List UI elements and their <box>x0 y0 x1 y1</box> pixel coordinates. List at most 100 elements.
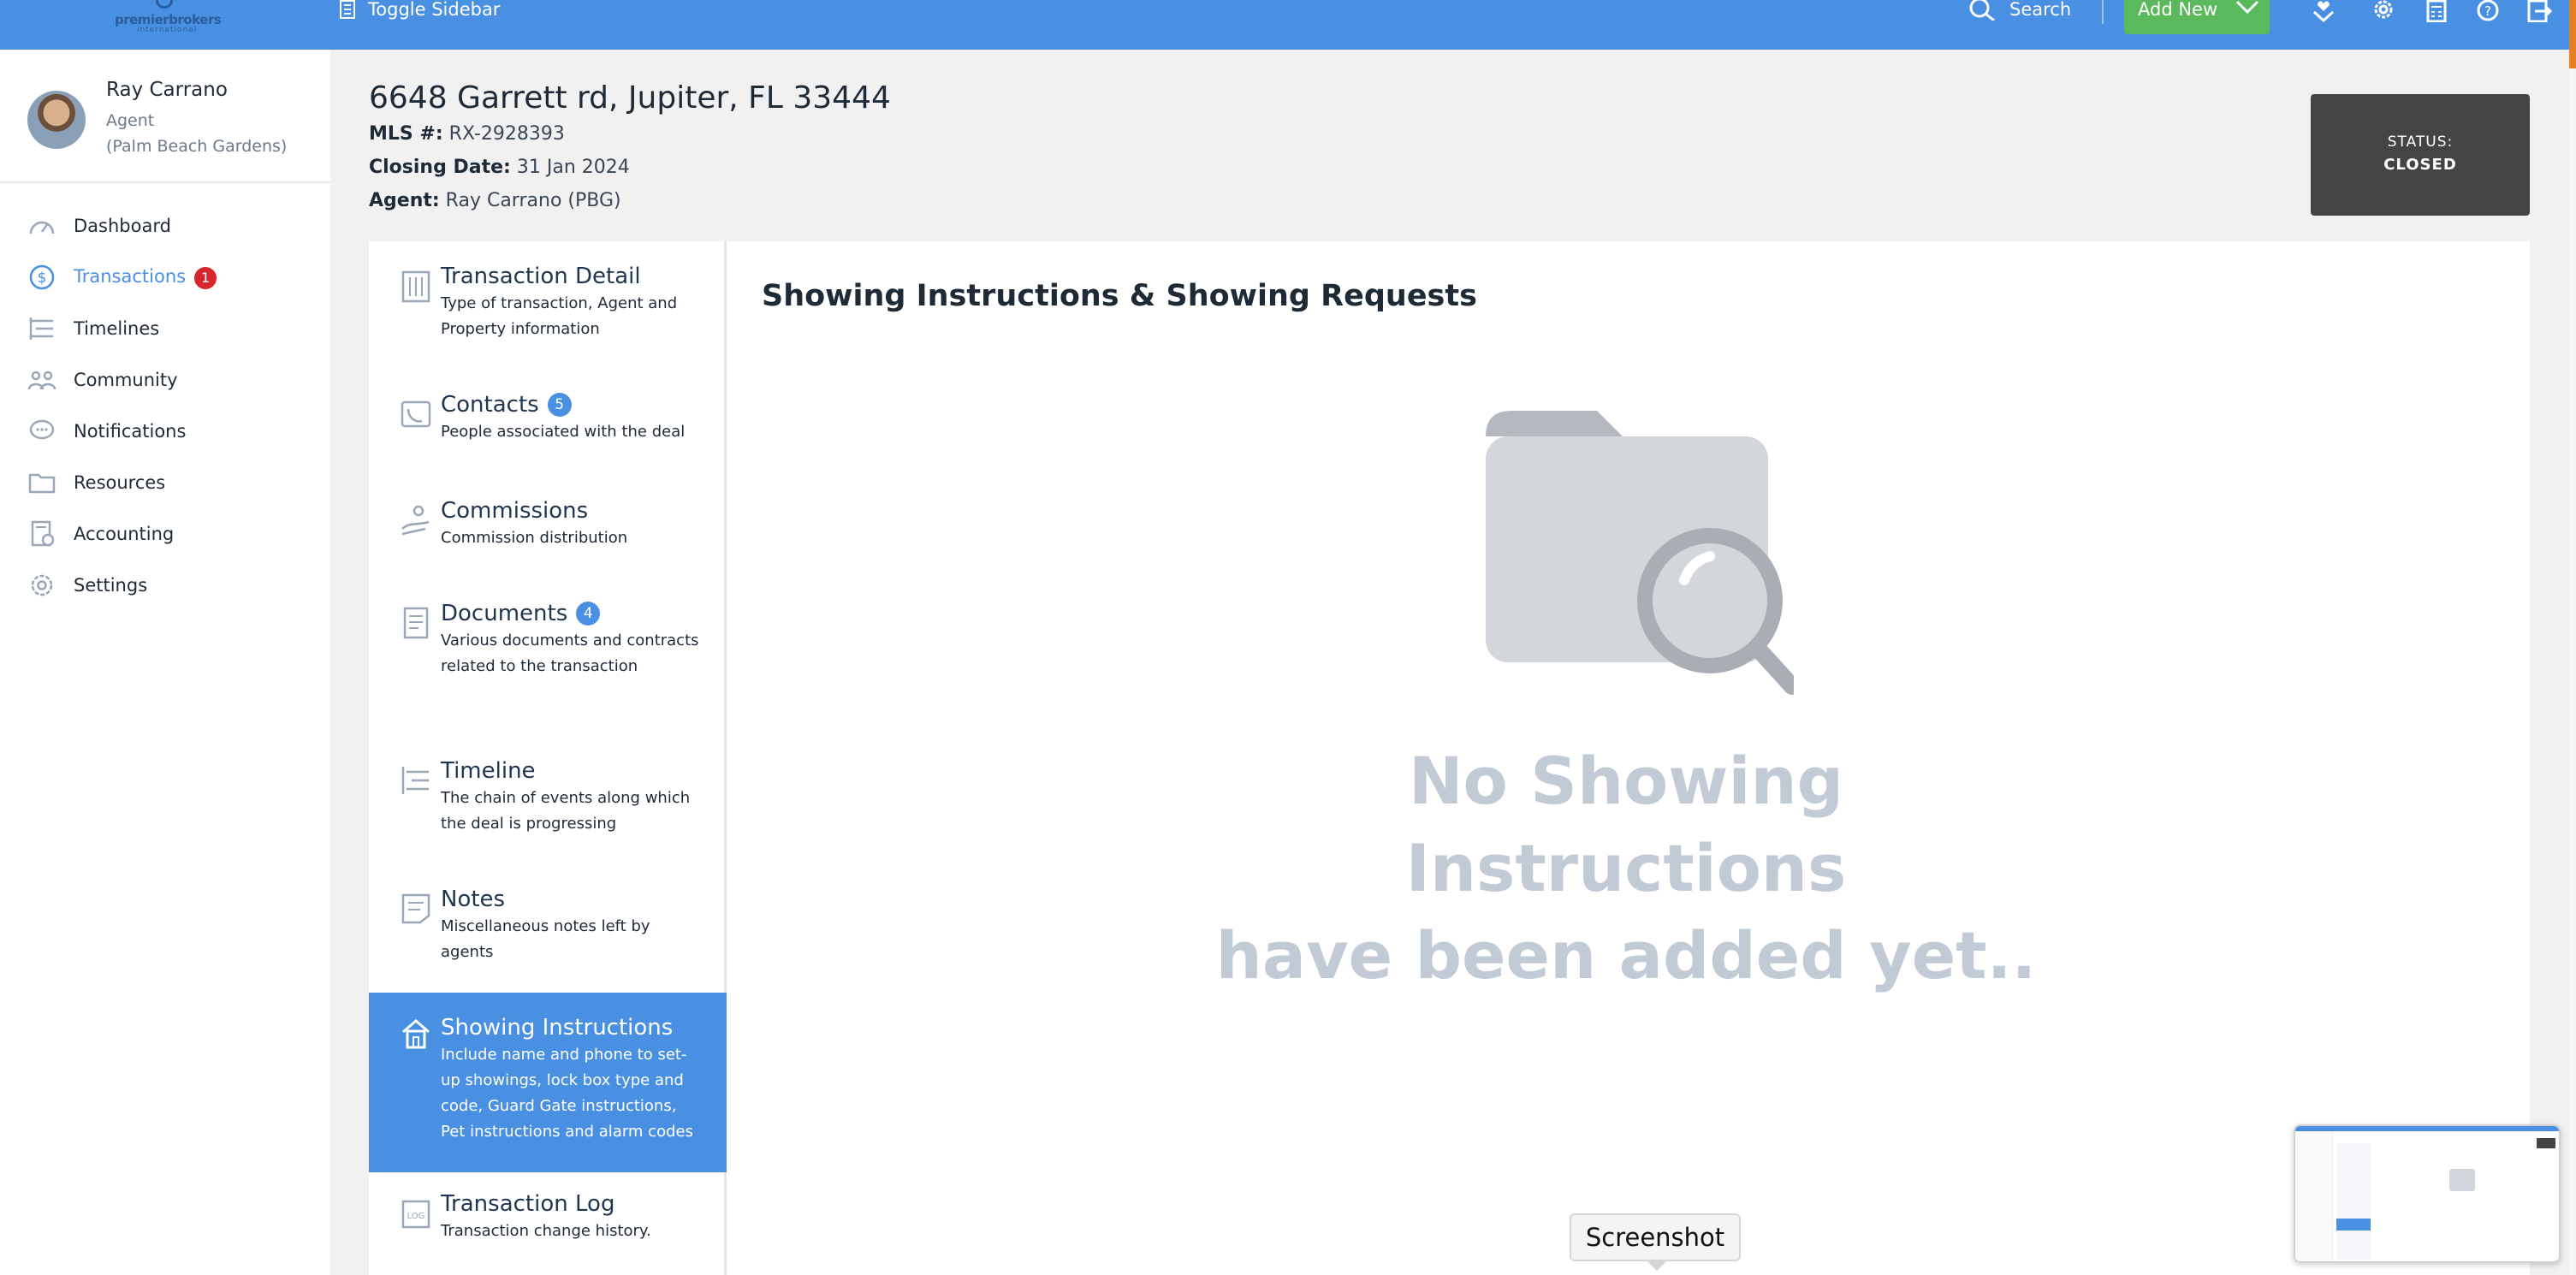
transaction-menu: Transaction Detail Type of transaction, … <box>369 241 727 1275</box>
log-icon: LOG <box>401 1200 430 1229</box>
menu-item-desc: Miscellaneous notes left by agents <box>441 917 650 961</box>
user-name: Ray Carrano <box>106 79 228 101</box>
building-icon <box>401 270 430 303</box>
document-icon <box>403 607 429 639</box>
agent-value: Ray Carrano (PBG) <box>445 190 621 211</box>
sidebar-item-dashboard[interactable]: Dashboard <box>0 200 330 252</box>
documents-count-badge: 4 <box>576 602 601 626</box>
status-label: STATUS: <box>2387 133 2454 151</box>
menu-item-title: Transaction Detail <box>441 264 641 289</box>
empty-state-message: No Showing Instructions have been added … <box>1198 738 2054 999</box>
svg-text:LOG: LOG <box>407 1212 425 1221</box>
add-new-button[interactable]: Add New <box>2124 0 2270 34</box>
sidebar-item-label: Accounting <box>74 524 175 544</box>
calculator-icon[interactable] <box>2424 0 2449 22</box>
help-icon[interactable]: ? <box>2475 0 2501 22</box>
contacts-count-badge: 5 <box>547 393 572 417</box>
sidebar-item-label: Dashboard <box>74 216 171 236</box>
sidebar-item-label: Settings <box>74 575 148 596</box>
transactions-count-badge: 1 <box>194 266 217 289</box>
menu-item-transaction-detail[interactable]: Transaction Detail Type of transaction, … <box>369 264 727 383</box>
agent-label: Agent: <box>369 190 440 211</box>
sidebar-item-community[interactable]: Community <box>0 354 330 406</box>
gear-icon[interactable] <box>2371 0 2396 22</box>
sidebar-divider <box>0 181 330 183</box>
logout-icon[interactable] <box>2526 0 2552 22</box>
chevron-down-icon <box>2236 0 2259 15</box>
mls-label: MLS #: <box>369 123 443 145</box>
sidebar-item-label: Resources <box>74 472 166 493</box>
avatar[interactable] <box>27 91 86 149</box>
menu-item-title: Notes <box>441 887 506 912</box>
menu-item-title: Contacts <box>441 392 539 418</box>
section-title: Showing Instructions & Showing Requests <box>762 279 1477 313</box>
sidebar-item-label: Notifications <box>74 421 187 442</box>
thumbnail-folder-icon <box>2449 1169 2475 1191</box>
thumbnail-topbar <box>2295 1126 2559 1131</box>
sidebar-item-accounting[interactable]: Accounting <box>0 508 330 560</box>
empty-state-line-2: have been added yet.. <box>1215 917 2037 993</box>
empty-state-line-1: No Showing Instructions <box>1405 743 1847 906</box>
menu-item-title: Commissions <box>441 498 589 524</box>
toggle-sidebar-button[interactable]: Toggle Sidebar <box>339 0 501 20</box>
svg-text:$: $ <box>38 270 47 287</box>
scrollbar[interactable] <box>2569 68 2576 1275</box>
window-edge-accent <box>2569 0 2576 68</box>
toggle-sidebar-label: Toggle Sidebar <box>368 0 501 20</box>
add-new-label: Add New <box>2138 0 2218 20</box>
svg-text:?: ? <box>2484 3 2491 19</box>
search-button[interactable]: Search <box>1968 0 2072 21</box>
tooltip-pointer <box>1647 1260 1667 1271</box>
timelines-icon <box>29 317 53 340</box>
search-label: Search <box>2009 0 2072 20</box>
note-icon <box>401 893 430 924</box>
menu-item-timeline[interactable]: Timeline The chain of events along which… <box>369 758 727 869</box>
menu-item-notes[interactable]: Notes Miscellaneous notes left by agents <box>369 887 727 998</box>
search-icon <box>1969 0 1995 21</box>
closing-value: 31 Jan 2024 <box>516 157 630 178</box>
sidebar: Ray Carrano Agent (Palm Beach Gardens) D… <box>0 50 330 1275</box>
hand-coin-icon <box>401 505 430 536</box>
sidebar-item-resources[interactable]: Resources <box>0 457 330 508</box>
brand-logo[interactable]: premierbrokers international <box>111 0 222 34</box>
menu-item-transaction-log[interactable]: LOG Transaction Log Transaction change h… <box>369 1191 727 1275</box>
notifications-icon <box>29 419 55 440</box>
thumbnail-status <box>2537 1138 2555 1148</box>
thumbnail-sidebar <box>2295 1131 2333 1261</box>
menu-item-desc: Type of transaction, Agent and Property … <box>441 294 678 338</box>
sidebar-item-notifications[interactable]: Notifications <box>0 406 330 457</box>
menu-item-title: Showing Instructions <box>441 1015 674 1041</box>
menu-item-commissions[interactable]: Commissions Commission distribution <box>369 498 727 584</box>
status-badge: STATUS: CLOSED <box>2311 94 2530 216</box>
closing-date: Closing Date: 31 Jan 2024 <box>369 157 630 178</box>
house-icon <box>402 1019 430 1049</box>
menu-item-desc: People associated with the deal <box>441 423 686 441</box>
agent-info: Agent: Ray Carrano (PBG) <box>369 190 621 211</box>
screenshot-tooltip: Screenshot <box>1570 1213 1741 1261</box>
top-navbar: premierbrokers international Toggle Side… <box>0 0 2576 50</box>
sidebar-item-label: Timelines <box>74 318 160 339</box>
menu-item-desc: Include name and phone to set-up showing… <box>441 1046 693 1141</box>
resources-icon <box>28 473 56 494</box>
community-icon <box>27 371 56 390</box>
logo-mark-icon <box>156 0 173 9</box>
sidebar-item-label: Community <box>74 370 178 390</box>
sidebar-item-timelines[interactable]: Timelines <box>0 303 330 354</box>
sidebar-item-transactions[interactable]: $ Transactions 1 <box>0 252 330 303</box>
page-title: 6648 Garrett rd, Jupiter, FL 33444 <box>369 80 891 116</box>
menu-item-documents[interactable]: Documents 4 Various documents and contrac… <box>369 601 727 738</box>
user-office: (Palm Beach Gardens) <box>106 137 288 156</box>
sidebar-toggle-icon <box>340 0 355 19</box>
screenshot-thumbnail[interactable] <box>2294 1124 2561 1263</box>
closing-label: Closing Date: <box>369 157 511 178</box>
menu-item-contacts[interactable]: Contacts 5 People associated with the dea… <box>369 392 727 486</box>
folder-search-icon <box>1486 411 1794 695</box>
menu-item-desc: The chain of events along which the deal… <box>441 789 691 833</box>
menu-item-showing-instructions[interactable]: Showing Instructions Include name and ph… <box>369 993 727 1172</box>
menu-item-title: Timeline <box>441 758 536 784</box>
accounting-icon <box>31 520 55 547</box>
status-value: CLOSED <box>2383 156 2457 174</box>
sidebar-item-settings[interactable]: Settings <box>0 560 330 611</box>
heart-hand-icon[interactable] <box>2311 0 2336 22</box>
logo-subtitle: international <box>137 26 198 34</box>
